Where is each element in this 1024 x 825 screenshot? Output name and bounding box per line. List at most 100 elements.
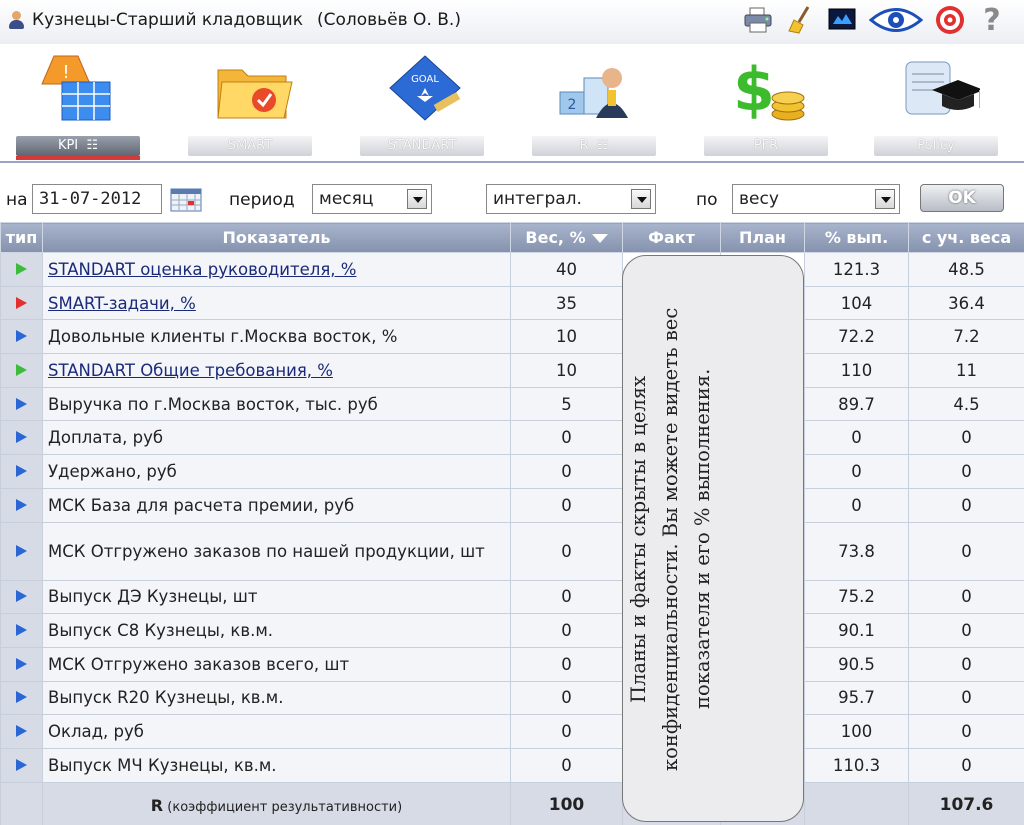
pct-cell: 90.5 bbox=[804, 646, 909, 682]
name-cell: Выпуск С8 Кузнецы, кв.м. bbox=[42, 613, 511, 648]
table-row[interactable]: Довольные клиенты г.Москва восток, % 10 72… bbox=[0, 319, 1024, 355]
module-pfr[interactable]: $ PFR bbox=[704, 44, 832, 162]
play-blue-icon[interactable] bbox=[16, 624, 27, 637]
weight-cell: 0 bbox=[510, 487, 623, 523]
module-standart[interactable]: GOAL STANDART bbox=[360, 44, 488, 162]
col-type[interactable]: тип bbox=[0, 222, 43, 253]
name-cell: STANDART Общие требования, % bbox=[42, 353, 511, 388]
broom-icon[interactable] bbox=[784, 4, 816, 36]
table-row[interactable]: Выпуск ДЭ Кузнецы, шт 0 75.2 0 bbox=[0, 579, 1024, 615]
module-r[interactable]: 2 R ☷ bbox=[532, 44, 660, 162]
eye-icon[interactable] bbox=[868, 4, 924, 36]
tab-standart[interactable]: STANDART bbox=[360, 136, 484, 156]
tab-pfr[interactable]: PFR bbox=[704, 136, 828, 156]
play-blue-icon[interactable] bbox=[16, 691, 27, 704]
play-red-icon[interactable] bbox=[16, 296, 27, 309]
by-value: весу bbox=[739, 189, 779, 209]
pct-cell-text: 110 bbox=[840, 360, 873, 380]
table-row[interactable]: SMART-задачи, % 35 104 36.4 bbox=[0, 285, 1024, 321]
play-blue-icon[interactable] bbox=[16, 590, 27, 603]
col-pct[interactable]: % вып. bbox=[804, 222, 909, 253]
chevron-down-icon[interactable] bbox=[875, 189, 895, 209]
play-blue-icon[interactable] bbox=[16, 544, 27, 557]
name-cell: Выпуск МЧ Кузнецы, кв.м. bbox=[42, 747, 511, 783]
weight-cell-text: 35 bbox=[556, 293, 577, 313]
name-cell-text: Выпуск R20 Кузнецы, кв.м. bbox=[48, 688, 284, 708]
type-cell bbox=[0, 420, 43, 456]
screen-icon[interactable] bbox=[826, 4, 858, 36]
type-cell bbox=[0, 680, 43, 716]
target-icon[interactable] bbox=[934, 4, 966, 36]
name-cell-text[interactable]: STANDART оценка руководителя, % bbox=[48, 260, 356, 279]
table-row[interactable]: Выпуск С8 Кузнецы, кв.м. 0 90.1 0 bbox=[0, 613, 1024, 648]
play-blue-icon[interactable] bbox=[16, 431, 27, 444]
play-green-icon[interactable] bbox=[16, 262, 27, 275]
table-row[interactable]: Оклад, руб 0 100 0 bbox=[0, 714, 1024, 749]
table-row[interactable]: Выпуск МЧ Кузнецы, кв.м. 0 110.3 0 bbox=[0, 747, 1024, 783]
svg-text:!: ! bbox=[62, 62, 69, 83]
chevron-down-icon[interactable] bbox=[407, 189, 427, 209]
ok-button[interactable]: OK bbox=[920, 184, 1004, 212]
date-field[interactable]: 31-07-2012 bbox=[32, 184, 162, 214]
weighted-cell: 0 bbox=[908, 747, 1024, 783]
pct-cell-text: 95.7 bbox=[838, 688, 875, 708]
col-plan[interactable]: План bbox=[720, 222, 805, 253]
play-blue-icon[interactable] bbox=[16, 464, 27, 477]
weight-cell: 0 bbox=[510, 579, 623, 615]
play-green-icon[interactable] bbox=[16, 363, 27, 376]
tab-r[interactable]: R ☷ bbox=[532, 136, 656, 156]
pct-cell: 110 bbox=[804, 353, 909, 388]
weighted-cell: 4.5 bbox=[908, 386, 1024, 422]
play-blue-icon[interactable] bbox=[16, 397, 27, 410]
col-weight[interactable]: Вес, % bbox=[510, 222, 623, 253]
mode-select[interactable]: интеграл. bbox=[486, 184, 656, 214]
name-cell-text[interactable]: STANDART Общие требования, % bbox=[48, 361, 333, 380]
divider bbox=[0, 161, 1024, 163]
name-cell-text[interactable]: SMART-задачи, % bbox=[48, 294, 196, 313]
weighted-cell: 0 bbox=[908, 420, 1024, 456]
table-row[interactable]: МСК Отгружено заказов всего, шт 0 90.5 0 bbox=[0, 646, 1024, 682]
table-row[interactable]: Доплата, руб 0 0 0 bbox=[0, 420, 1024, 456]
tab-smart[interactable]: SMART bbox=[188, 136, 312, 156]
by-select[interactable]: весу bbox=[732, 184, 900, 214]
play-blue-icon[interactable] bbox=[16, 657, 27, 670]
calendar-icon[interactable] bbox=[170, 188, 202, 212]
chevron-down-icon[interactable] bbox=[631, 189, 651, 209]
print-icon[interactable] bbox=[742, 4, 774, 36]
weighted-cell: 48.5 bbox=[908, 252, 1024, 287]
weighted-cell-text: 0 bbox=[961, 495, 972, 515]
type-cell bbox=[0, 252, 43, 287]
col-weighted[interactable]: с уч. веса bbox=[908, 222, 1024, 253]
play-blue-icon[interactable] bbox=[16, 498, 27, 511]
table-row[interactable]: МСК Отгружено заказов по нашей продукции… bbox=[0, 521, 1024, 581]
table-row[interactable]: Выпуск R20 Кузнецы, кв.м. 0 95.7 0 bbox=[0, 680, 1024, 716]
col-name[interactable]: Показатель bbox=[42, 222, 511, 253]
pct-cell: 89.7 bbox=[804, 386, 909, 422]
table-row[interactable]: STANDART Общие требования, % 10 110 11 bbox=[0, 353, 1024, 388]
tab-policy[interactable]: Policy bbox=[874, 136, 998, 156]
name-cell: Довольные клиенты г.Москва восток, % bbox=[42, 319, 511, 355]
weight-cell-text: 10 bbox=[556, 327, 577, 347]
pct-cell: 95.7 bbox=[804, 680, 909, 716]
table-row[interactable]: МСК База для расчета премии, руб 0 0 0 bbox=[0, 487, 1024, 523]
svg-text:$: $ bbox=[733, 55, 775, 125]
table-row[interactable]: Выручка по г.Москва восток, тыс. руб 5 89.… bbox=[0, 386, 1024, 422]
type-cell bbox=[0, 579, 43, 615]
table-row[interactable]: STANDART оценка руководителя, % 40 121.3 48… bbox=[0, 252, 1024, 287]
weight-cell: 0 bbox=[510, 613, 623, 648]
play-blue-icon[interactable] bbox=[16, 725, 27, 738]
period-select[interactable]: месяц bbox=[312, 184, 432, 214]
period-label: период bbox=[229, 190, 295, 210]
module-kpi[interactable]: ! KPI ☷ bbox=[16, 44, 144, 162]
pct-cell-text: 104 bbox=[840, 293, 873, 313]
play-blue-icon[interactable] bbox=[16, 330, 27, 343]
play-blue-icon[interactable] bbox=[16, 758, 27, 771]
pct-cell: 100 bbox=[804, 714, 909, 749]
pct-cell: 104 bbox=[804, 285, 909, 321]
table-row[interactable]: Удержано, руб 0 0 0 bbox=[0, 454, 1024, 489]
module-policy[interactable]: Policy bbox=[874, 44, 1002, 162]
tab-kpi[interactable]: KPI ☷ bbox=[16, 136, 140, 156]
help-icon[interactable]: ? bbox=[976, 3, 1008, 38]
module-smart[interactable]: SMART bbox=[188, 44, 316, 162]
col-fact[interactable]: Факт bbox=[622, 222, 721, 253]
